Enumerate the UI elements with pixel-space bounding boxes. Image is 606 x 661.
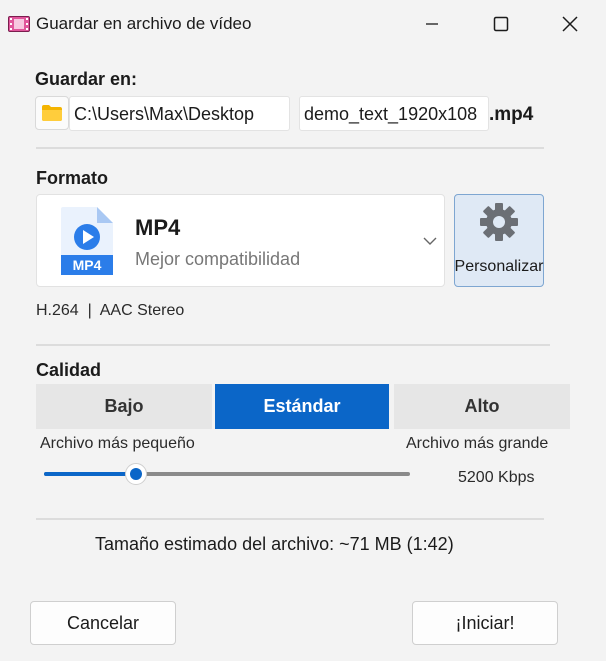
quality-option-standard[interactable]: Estándar: [215, 384, 389, 429]
save-path-field[interactable]: C:\Users\Max\Desktop: [69, 96, 290, 131]
format-dropdown[interactable]: MP4 MP4 Mejor compatibilidad: [36, 194, 445, 287]
larger-file-label: Archivo más grande: [406, 435, 549, 452]
cancel-button[interactable]: Cancelar: [30, 601, 176, 645]
format-description: Mejor compatibilidad: [135, 249, 301, 269]
file-extension: .mp4: [489, 104, 534, 125]
maximize-button[interactable]: [467, 0, 535, 48]
quality-option-low[interactable]: Bajo: [36, 384, 212, 429]
close-icon: [562, 16, 578, 32]
title-bar: Guardar en archivo de vídeo: [0, 0, 606, 48]
minimize-button[interactable]: [398, 0, 466, 48]
minimize-icon: [426, 23, 438, 25]
chevron-down-icon: [423, 233, 437, 251]
window-title: Guardar en archivo de vídeo: [36, 14, 252, 33]
bitrate-value: 5200 Kbps: [458, 469, 535, 486]
separator: [36, 518, 544, 520]
separator: [36, 344, 550, 346]
estimated-size: Tamaño estimado del archivo: ~71 MB (1:4…: [95, 534, 454, 554]
quality-label: Calidad: [36, 360, 102, 380]
bitrate-slider[interactable]: [44, 463, 410, 485]
codec-info: H.264 | AAC Stereo: [36, 302, 185, 319]
browse-folder-button[interactable]: [35, 96, 69, 130]
gear-icon: [478, 201, 520, 248]
customize-label: Personalizar: [454, 258, 544, 275]
close-button[interactable]: [536, 0, 604, 48]
smaller-file-label: Archivo más pequeño: [40, 435, 195, 452]
format-label: Formato: [36, 168, 108, 188]
folder-icon: [42, 105, 62, 121]
separator: [36, 147, 544, 149]
format-name: MP4: [135, 215, 181, 240]
mp4-file-icon: MP4: [57, 205, 117, 277]
start-button[interactable]: ¡Iniciar!: [412, 601, 558, 645]
filename-field[interactable]: demo_text_1920x108: [299, 96, 489, 131]
slider-fill: [44, 472, 136, 476]
film-strip-icon: [8, 16, 30, 32]
quality-option-high[interactable]: Alto: [394, 384, 570, 429]
slider-thumb[interactable]: [125, 463, 147, 485]
mp4-icon-text: MP4: [72, 257, 102, 273]
save-location-label: Guardar en:: [35, 69, 138, 89]
customize-button[interactable]: Personalizar: [454, 194, 544, 287]
maximize-icon: [493, 16, 509, 32]
